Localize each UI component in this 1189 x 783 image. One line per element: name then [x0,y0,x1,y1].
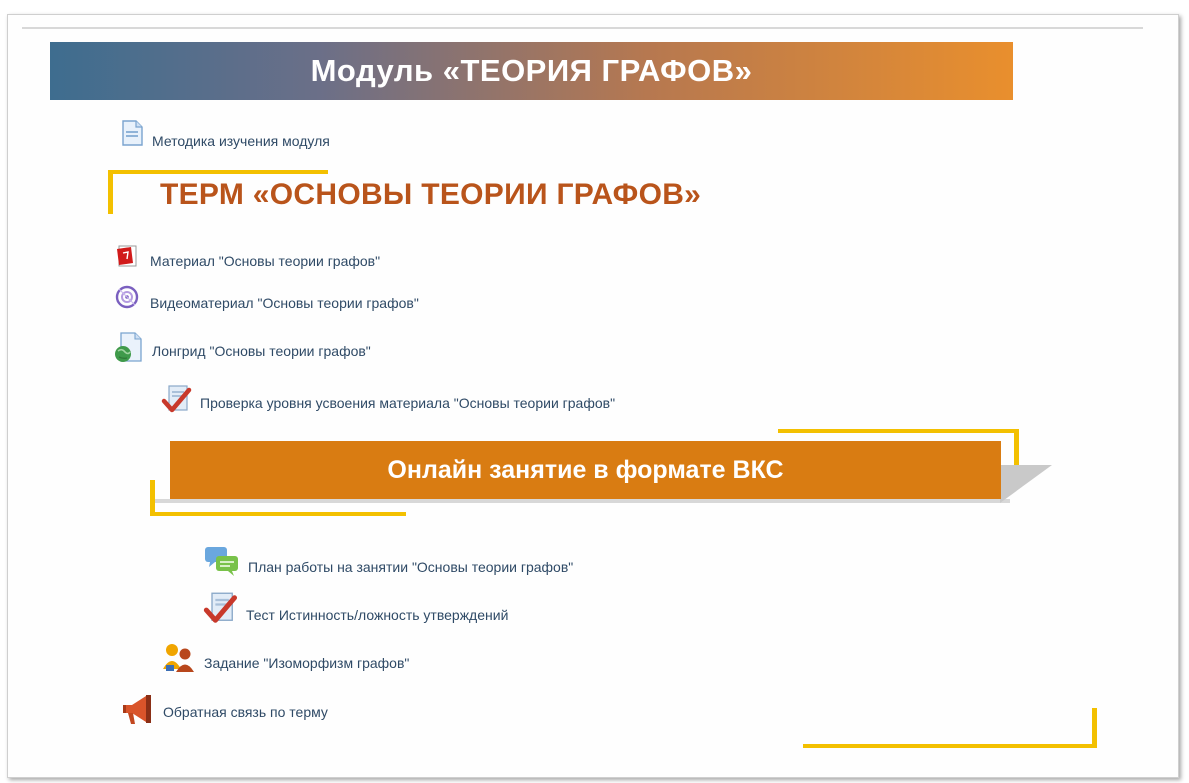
term-bracket-top [108,170,328,174]
vks-item-test[interactable]: Тест Истинность/ложность утверждений [203,591,508,627]
pdf-file-icon [113,243,143,269]
term-item-label: Видеоматериал "Основы теории графов" [150,295,419,311]
quiz-check-icon [161,384,193,416]
feedback-label: Обратная связь по терму [163,704,328,720]
vks-banner-underlay [150,499,1010,503]
term-item-video[interactable]: Видеоматериал "Основы теории графов" [113,283,419,313]
term-item-check[interactable]: Проверка уровня усвоения материала "Осно… [161,384,615,416]
module-banner-title: Модуль «ТЕОРИЯ ГРАФОВ» [310,53,753,88]
term-item-material[interactable]: Материал "Основы теории графов" [113,243,380,269]
term-item-label: Материал "Основы теории графов" [150,253,381,269]
term-item-label: Лонгрид "Основы теории графов" [152,342,371,359]
term-item-longread[interactable]: Лонгрид "Основы теории графов" [113,331,371,365]
vks-item-label: Тест Истинность/ложность утверждений [246,607,509,623]
vks-banner-title: Онлайн занятие в формате ВКС [387,455,784,484]
module-method-link[interactable]: Методика изучения модуля [119,117,330,149]
vks-item-label: План работы на занятии "Основы теории гр… [248,559,574,575]
term-item-label: Проверка уровня усвоения материала "Осно… [200,395,616,411]
vks-bracket-right [1014,429,1019,469]
workshop-users-icon [161,641,197,675]
vks-bracket-bottom [150,512,406,516]
term-title: ТЕРМ «ОСНОВЫ ТЕОРИИ ГРАФОВ» [160,178,702,211]
assignment-label: Задание "Изоморфизм графов" [204,654,410,671]
document-icon [119,119,145,147]
feedback-item[interactable]: Обратная связь по терму [120,693,328,727]
vks-item-plan[interactable]: План работы на занятии "Основы теории гр… [203,545,573,579]
assignment-item[interactable]: Задание "Изоморфизм графов" [161,641,409,675]
megaphone-icon [120,693,156,727]
bottom-bracket-bottom [803,744,1097,748]
vks-bracket-bottom-left [150,480,155,514]
vks-bracket-top [778,429,1018,433]
video-icon [113,283,143,313]
chat-bubbles-icon [203,545,241,579]
module-banner: Модуль «ТЕОРИЯ ГРАФОВ» [50,42,1013,100]
vks-banner: Онлайн занятие в формате ВКС [170,441,1001,499]
bottom-bracket-right [1092,708,1097,748]
web-page-icon [113,331,145,365]
quiz-check-icon [203,591,239,627]
module-method-label: Методика изучения модуля [152,133,330,149]
term-bracket-left [108,170,113,214]
top-divider [22,27,1143,29]
vks-banner-fold [1000,465,1052,503]
